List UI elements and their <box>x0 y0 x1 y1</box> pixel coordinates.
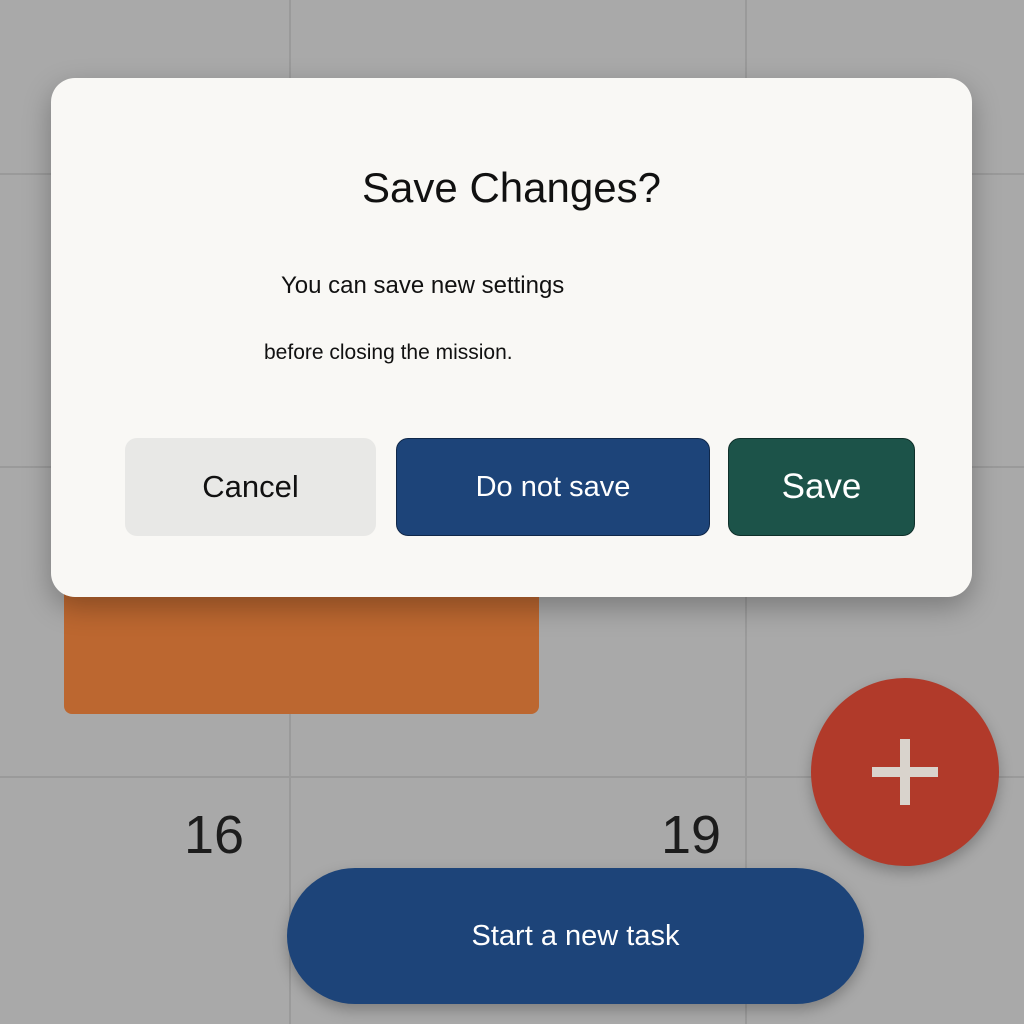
calendar-event[interactable] <box>64 585 539 714</box>
dialog-message-line-1: You can save new settings <box>281 272 565 299</box>
dialog-message-line-2: before closing the mission. <box>264 341 513 364</box>
cancel-button[interactable]: Cancel <box>125 438 376 536</box>
add-fab-button[interactable] <box>811 678 999 866</box>
dialog-title: Save Changes? <box>362 164 661 211</box>
plus-icon <box>872 739 938 805</box>
calendar-date-16: 16 <box>184 805 245 865</box>
calendar-date-19: 19 <box>661 805 722 865</box>
save-changes-dialog: Save Changes? You can save new settings … <box>51 78 972 597</box>
do-not-save-button[interactable]: Do not save <box>396 438 710 536</box>
save-button[interactable]: Save <box>728 438 915 536</box>
start-new-task-button[interactable]: Start a new task <box>287 868 864 1004</box>
